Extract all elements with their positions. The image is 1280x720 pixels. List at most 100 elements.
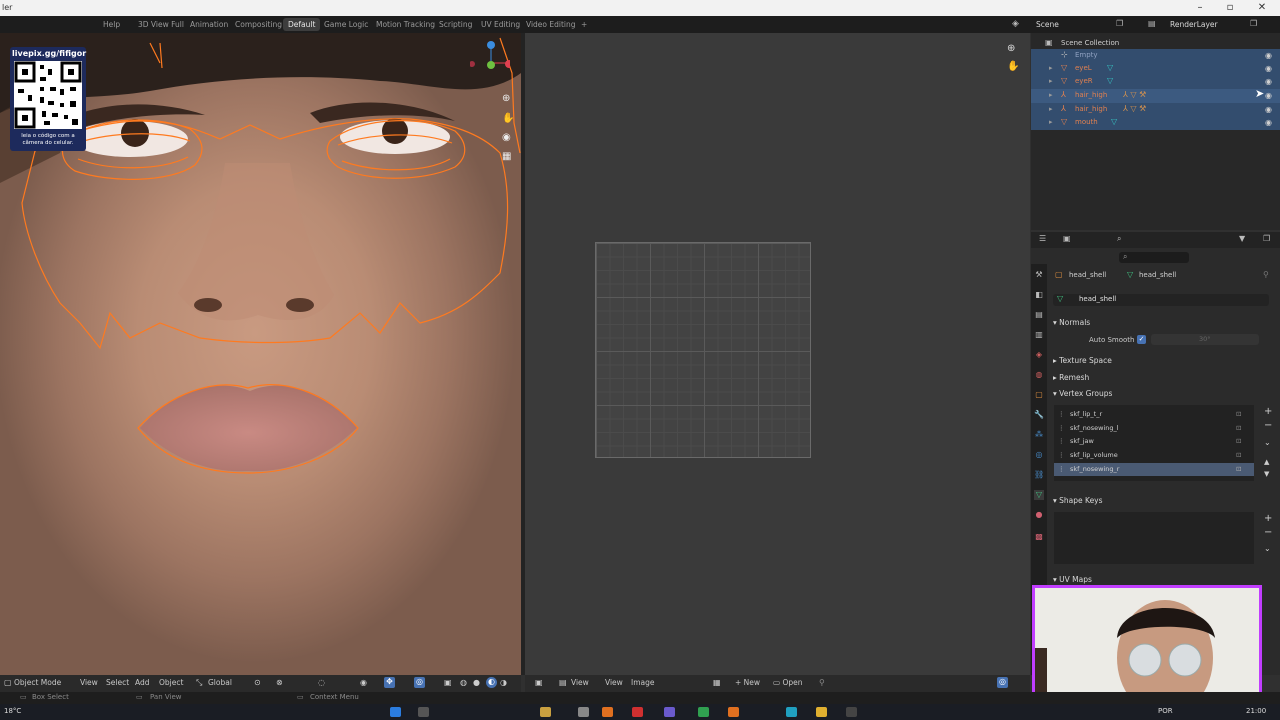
select-menu[interactable]: Select (106, 678, 129, 687)
modifier-tab-icon[interactable]: 🔧 (1034, 410, 1044, 420)
material-tab-icon[interactable]: ● (1034, 510, 1044, 520)
outliner-item-eyer[interactable]: ▸ ▽ eyeR ▽ ◉ (1031, 75, 1280, 89)
open-image-button[interactable]: ▭ Open (773, 678, 803, 687)
object-tab-icon[interactable]: ▢ (1034, 390, 1044, 400)
app-icon[interactable] (698, 707, 709, 717)
outliner-item-empty[interactable]: ⊹ Empty ◉ (1031, 49, 1280, 63)
visibility-icon[interactable]: ◉ (360, 678, 367, 687)
tab-3d-view-full[interactable]: 3D View Full (133, 18, 189, 31)
minimize-button[interactable]: – (1186, 1, 1214, 15)
view-layer-tab-icon[interactable]: ▥ (1034, 330, 1044, 340)
texture-tab-icon[interactable]: ▩ (1034, 532, 1044, 542)
gizmo-toggle-icon[interactable]: ✥ (384, 677, 395, 688)
browser-icon[interactable] (632, 707, 643, 717)
tool-tab-icon[interactable]: ⚒ (1034, 270, 1044, 280)
lock-icon[interactable]: ⊡ (1236, 463, 1241, 476)
snap-icon[interactable]: ⊗ (276, 678, 283, 687)
panel-remesh[interactable]: ▸ Remesh (1053, 373, 1089, 382)
list-item[interactable]: ⋮ skf_lip_t_r ⊡ (1054, 408, 1254, 421)
navigation-gizmo[interactable] (470, 37, 510, 77)
visibility-eye-icon[interactable]: ◉ (1265, 64, 1272, 73)
panel-vertex-groups[interactable]: ▾ Vertex Groups (1053, 389, 1112, 398)
remove-shape-key-button[interactable]: − (1264, 527, 1272, 538)
clock[interactable]: 21:00 (1246, 707, 1266, 715)
search-icon[interactable] (418, 707, 429, 717)
overlay-toggle-icon[interactable]: ◎ (414, 677, 425, 688)
copy-layer-icon[interactable]: ❐ (1250, 19, 1257, 28)
outliner-item-hair-high[interactable]: ▸ ⅄ hair_high ⅄ ▽ ⚒ ➤ ◉ (1031, 87, 1280, 103)
editor-type-icon[interactable]: ☰ (1039, 234, 1046, 243)
app-icon[interactable] (540, 707, 551, 717)
tab-motion-tracking[interactable]: Motion Tracking (371, 18, 440, 31)
mode-selector[interactable]: Object Mode (14, 678, 61, 687)
pivot-icon[interactable]: ⊙ (254, 678, 261, 687)
new-collection-icon[interactable]: ❐ (1263, 234, 1270, 243)
visibility-eye-icon[interactable]: ◉ (1265, 91, 1272, 100)
props-search-field[interactable]: ⌕ (1119, 252, 1189, 263)
lock-icon[interactable]: ⊡ (1236, 422, 1241, 435)
constraints-tab-icon[interactable]: ⛓ (1034, 470, 1044, 480)
lock-icon[interactable]: ⊡ (1236, 449, 1241, 462)
camera-icon[interactable]: ◉ (502, 132, 511, 143)
panel-shape-keys[interactable]: ▾ Shape Keys (1053, 496, 1103, 505)
object-menu[interactable]: Object (159, 678, 183, 687)
tab-uv-editing[interactable]: UV Editing (476, 18, 525, 31)
lock-icon[interactable]: ⊡ (1236, 435, 1241, 448)
folder-icon[interactable] (816, 707, 827, 717)
remove-vertex-group-button[interactable]: − (1264, 420, 1272, 431)
view-menu[interactable]: View (571, 678, 589, 687)
visibility-eye-icon[interactable]: ◉ (1265, 105, 1272, 114)
list-item-active[interactable]: ⋮ skf_nosewing_r ⊡ (1054, 463, 1254, 476)
outliner-item-mouth[interactable]: ▸ ▽ mouth ▽ ◉ (1031, 116, 1280, 130)
image-browse-icon[interactable]: ▦ (713, 678, 721, 687)
solid-shading-icon[interactable]: ● (473, 678, 480, 687)
app-icon[interactable] (664, 707, 675, 717)
specials-menu-icon[interactable]: ⌄ (1264, 438, 1271, 447)
display-mode-icon[interactable]: ▣ (1063, 234, 1071, 243)
editor-type-icon[interactable]: ▣ (535, 678, 543, 687)
view-mode-icon[interactable]: ▤ (559, 678, 567, 687)
material-shading-icon[interactable]: ◐ (486, 677, 497, 688)
auto-smooth-checkbox[interactable]: ✓ (1137, 335, 1146, 344)
search-icon[interactable]: ⌕ (1117, 234, 1121, 244)
expand-arrow-icon[interactable]: ▸ (1049, 77, 1053, 85)
scene-icon[interactable]: ◈ (1012, 19, 1019, 29)
help-menu[interactable]: Help (98, 18, 125, 31)
app-icon[interactable] (578, 707, 589, 717)
filter-icon[interactable]: ▼ (1239, 234, 1245, 243)
pan-hand-icon[interactable]: ✋ (1007, 61, 1019, 72)
tab-compositing[interactable]: Compositing (230, 18, 287, 31)
shape-key-list[interactable] (1054, 512, 1254, 564)
tab-animation[interactable]: Animation (185, 18, 233, 31)
expand-arrow-icon[interactable]: ▸ (1049, 64, 1053, 72)
render-tab-icon[interactable]: ◧ (1034, 290, 1044, 300)
image-menu[interactable]: Image (631, 678, 655, 687)
add-workspace-button[interactable]: + (576, 18, 592, 31)
pin-icon[interactable]: ⚲ (819, 678, 825, 687)
output-tab-icon[interactable]: ▤ (1034, 310, 1044, 320)
view-menu[interactable]: View (80, 678, 98, 687)
xray-icon[interactable]: ▣ (444, 678, 452, 687)
overlay-toggle-icon[interactable]: ◎ (997, 677, 1008, 688)
maximize-button[interactable]: ▫ (1216, 1, 1244, 15)
tab-game-logic[interactable]: Game Logic (319, 18, 373, 31)
tab-scripting[interactable]: Scripting (434, 18, 477, 31)
outliner-item-eyel[interactable]: ▸ ▽ eyeL ▽ ◉ (1031, 62, 1280, 76)
app-icon[interactable] (786, 707, 797, 717)
windows-start-icon[interactable] (390, 707, 401, 717)
shape-key-specials-icon[interactable]: ⌄ (1264, 544, 1271, 553)
app-icon[interactable] (846, 707, 857, 717)
3d-viewport[interactable]: livepix.gg/fifigor leia o código com a c… (0, 33, 521, 675)
proportional-edit-icon[interactable]: ◌ (318, 678, 325, 687)
outliner-item-hair-high-2[interactable]: ▸ ⅄ hair_high ⅄ ▽ ⚒ ◉ (1031, 103, 1280, 117)
list-item[interactable]: ⋮ skf_jaw ⊡ (1054, 435, 1254, 448)
image-editor-area[interactable]: ⊕ ✋ (525, 33, 1030, 675)
expand-arrow-icon[interactable]: ▸ (1049, 105, 1053, 113)
uv-grid-canvas[interactable] (595, 242, 811, 458)
add-vertex-group-button[interactable]: + (1264, 406, 1272, 417)
visibility-eye-icon[interactable]: ◉ (1265, 51, 1272, 60)
zoom-icon[interactable]: ⊕ (1007, 43, 1015, 54)
close-button[interactable]: ✕ (1248, 1, 1276, 15)
language-indicator[interactable]: POR (1158, 707, 1173, 715)
mesh-data-tab-icon[interactable]: ▽ (1034, 490, 1044, 500)
